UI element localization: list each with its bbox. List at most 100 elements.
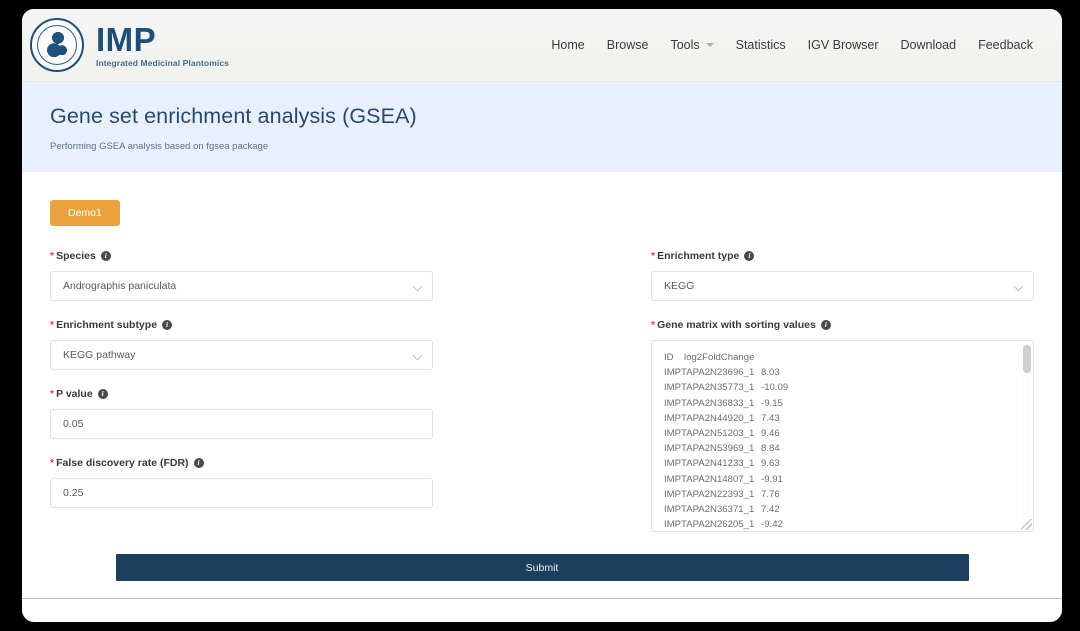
gene-id: IMPTAPA2N53969_1 bbox=[664, 443, 755, 455]
label-text: Gene matrix with sorting values bbox=[657, 319, 816, 331]
field-label-fdr: * False discovery rate (FDR) i bbox=[50, 457, 433, 469]
nav-label: Download bbox=[900, 38, 957, 52]
resize-handle[interactable] bbox=[1021, 519, 1032, 530]
gene-id: IMPTAPA2N26205_1 bbox=[664, 519, 755, 531]
enrichment-type-selected-value: KEGG bbox=[664, 280, 695, 292]
gene-matrix-row: IMPTAPA2N53969_1 8.84 bbox=[664, 441, 1033, 456]
gsea-form: Demo1 * Species i Andrographis paniculat… bbox=[22, 172, 1062, 554]
required-marker: * bbox=[651, 250, 656, 262]
brand-name: IMP bbox=[96, 20, 157, 58]
info-icon[interactable]: i bbox=[162, 320, 173, 330]
field-label-enrichment-type: * Enrichment type i bbox=[651, 250, 1034, 262]
p-value-input[interactable]: 0.05 bbox=[50, 409, 433, 439]
gene-id: IMPTAPA2N36833_1 bbox=[664, 397, 755, 409]
page-title: Gene set enrichment analysis (GSEA) bbox=[50, 104, 417, 128]
gene-id: IMPTAPA2N23696_1 bbox=[664, 367, 755, 379]
field-label-p-value: * P value i bbox=[50, 388, 433, 400]
info-icon[interactable]: i bbox=[193, 458, 204, 468]
nav-item-igv-browser[interactable]: IGV Browser bbox=[797, 32, 890, 58]
gene-id: IMPTAPA2N51203_1 bbox=[664, 428, 755, 440]
gene-id: IMPTAPA2N36371_1 bbox=[664, 504, 755, 516]
nav-item-feedback[interactable]: Feedback bbox=[967, 32, 1044, 58]
nav-label: Statistics bbox=[735, 38, 786, 52]
demo1-button[interactable]: Demo1 bbox=[50, 200, 120, 226]
chevron-down-icon bbox=[412, 281, 423, 292]
gene-id: IMPTAPA2N35773_1 bbox=[664, 382, 755, 394]
gene-matrix-row: IMPTAPA2N35773_1 -10.09 bbox=[664, 380, 1033, 395]
gene-log2foldchange: -9.42 bbox=[761, 519, 783, 531]
page-container: IMP Integrated Medicinal Plantomics Home… bbox=[22, 9, 1062, 622]
gene-log2foldchange: 7.76 bbox=[761, 488, 780, 500]
page-subtitle: Performing GSEA analysis based on fgsea … bbox=[50, 141, 269, 152]
nav-item-home[interactable]: Home bbox=[540, 32, 595, 58]
nav-item-browse[interactable]: Browse bbox=[596, 32, 660, 58]
gene-matrix-row: IMPTAPA2N36833_1 -9.15 bbox=[664, 396, 1033, 411]
gene-log2foldchange: -9.15 bbox=[761, 397, 783, 409]
info-icon[interactable]: i bbox=[820, 320, 831, 330]
fdr-input[interactable]: 0.25 bbox=[50, 478, 433, 508]
nav-label: Home bbox=[551, 38, 585, 52]
brand-tagline: Integrated Medicinal Plantomics bbox=[96, 57, 229, 68]
page-banner: Gene set enrichment analysis (GSEA) Perf… bbox=[22, 82, 1062, 172]
species-select[interactable]: Andrographis paniculata bbox=[50, 271, 433, 301]
gene-matrix-textarea[interactable]: ID log2FoldChange IMPTAPA2N23696_1 8.03 IMPT… bbox=[651, 340, 1034, 532]
gene-id: IMPTAPA2N22393_1 bbox=[664, 488, 755, 500]
info-icon[interactable]: i bbox=[744, 251, 755, 261]
field-enrichment-subtype: * Enrichment subtype i KEGG pathway bbox=[50, 319, 433, 370]
imp-circular-emblem-logo-icon bbox=[30, 18, 84, 72]
form-columns: * Species i Andrographis paniculata * En… bbox=[50, 250, 1034, 550]
required-marker: * bbox=[651, 319, 656, 331]
form-column-right: * Enrichment type i KEGG * Gene matrix w… bbox=[651, 250, 1034, 550]
required-marker: * bbox=[50, 457, 55, 469]
chevron-down-icon bbox=[412, 350, 423, 361]
gene-matrix-header-row: ID log2FoldChange bbox=[664, 350, 1033, 365]
gene-matrix-col-id: ID bbox=[664, 352, 674, 363]
field-label-species: * Species i bbox=[50, 250, 433, 262]
gene-matrix-row: IMPTAPA2N41233_1 9.63 bbox=[664, 456, 1033, 471]
gene-log2foldchange: 7.43 bbox=[761, 412, 780, 424]
nav-label: Feedback bbox=[978, 38, 1033, 52]
info-icon[interactable]: i bbox=[97, 389, 108, 399]
gene-id: IMPTAPA2N14807_1 bbox=[664, 473, 755, 485]
label-text: Species bbox=[56, 250, 96, 262]
nav-item-download[interactable]: Download bbox=[890, 32, 968, 58]
required-marker: * bbox=[50, 250, 55, 262]
scrollbar-thumb[interactable] bbox=[1023, 345, 1031, 373]
enrichment-type-select[interactable]: KEGG bbox=[651, 271, 1034, 301]
required-marker: * bbox=[50, 319, 55, 331]
gene-matrix-row: IMPTAPA2N23696_1 8.03 bbox=[664, 365, 1033, 380]
gene-log2foldchange: 9.46 bbox=[761, 428, 780, 440]
submit-section: Submit bbox=[22, 554, 1062, 599]
wordmark: IMP Integrated Medicinal Plantomics bbox=[96, 23, 229, 68]
nav-item-statistics[interactable]: Statistics bbox=[725, 32, 797, 58]
nav-label: Browse bbox=[606, 38, 649, 52]
label-text: False discovery rate (FDR) bbox=[56, 457, 189, 469]
gene-log2foldchange: -10.09 bbox=[761, 382, 789, 394]
field-p-value: * P value i 0.05 bbox=[50, 388, 433, 439]
gene-log2foldchange: 8.03 bbox=[761, 367, 780, 379]
gene-matrix-row: IMPTAPA2N26205_1 -9.42 bbox=[664, 517, 1033, 531]
info-icon[interactable]: i bbox=[100, 251, 111, 261]
form-column-left: * Species i Andrographis paniculata * En… bbox=[50, 250, 433, 550]
nav-label: Tools bbox=[670, 38, 700, 52]
logo-ring-text bbox=[32, 20, 82, 70]
chevron-down-icon bbox=[705, 43, 714, 47]
submit-button[interactable]: Submit bbox=[115, 554, 969, 581]
gene-matrix-row: IMPTAPA2N36371_1 7.42 bbox=[664, 502, 1033, 517]
gene-matrix-col-log2fc: log2FoldChange bbox=[684, 352, 755, 363]
field-enrichment-type: * Enrichment type i KEGG bbox=[651, 250, 1034, 301]
species-selected-value: Andrographis paniculata bbox=[63, 280, 177, 292]
gene-id: IMPTAPA2N41233_1 bbox=[664, 458, 755, 470]
chevron-down-icon bbox=[1013, 281, 1024, 292]
brand-block[interactable]: IMP Integrated Medicinal Plantomics bbox=[22, 18, 229, 72]
nav-label: IGV Browser bbox=[807, 38, 879, 52]
field-fdr: * False discovery rate (FDR) i 0.25 bbox=[50, 457, 433, 508]
gene-log2foldchange: 7.42 bbox=[761, 504, 780, 516]
main-navigation: Home Browse Tools Statistics IGV Browser… bbox=[540, 32, 1062, 58]
enrichment-subtype-select[interactable]: KEGG pathway bbox=[50, 340, 433, 370]
gene-log2foldchange: 8.84 bbox=[761, 443, 780, 455]
nav-item-tools[interactable]: Tools bbox=[659, 32, 724, 58]
field-species: * Species i Andrographis paniculata bbox=[50, 250, 433, 301]
gene-matrix-row: IMPTAPA2N14807_1 -9.91 bbox=[664, 472, 1033, 487]
label-text: Enrichment subtype bbox=[56, 319, 158, 331]
